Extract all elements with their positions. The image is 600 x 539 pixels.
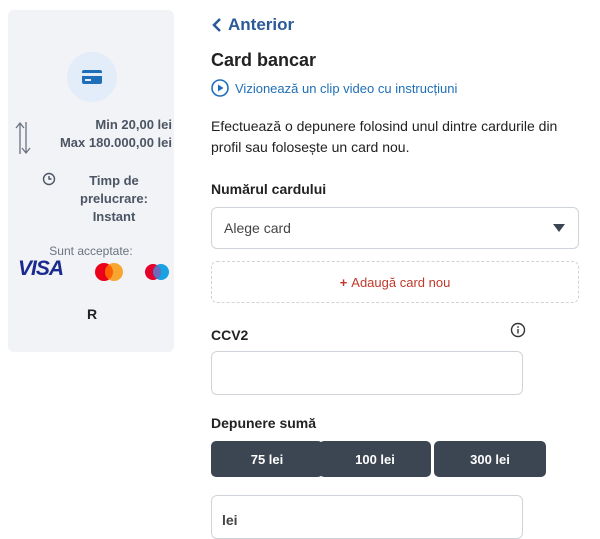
caret-down-icon (553, 224, 565, 232)
page-title: Card bancar (211, 50, 317, 70)
back-link[interactable]: Anterior (212, 15, 294, 35)
maestro-logo-icon (145, 264, 169, 280)
chevron-left-icon (212, 18, 221, 32)
video-instructions-link[interactable]: Vizionează un clip video cu instrucțiuni (211, 79, 457, 97)
max-limit: Max 180.000,00 lei (59, 135, 172, 150)
amount-button-100[interactable]: 100 lei (319, 441, 431, 477)
card-number-label: Numărul cardului (211, 181, 327, 197)
revolut-logo: R (87, 306, 98, 322)
back-label: Anterior (228, 15, 295, 34)
add-card-label: Adaugă card nou (351, 274, 451, 290)
deposit-amount-label: Depunere sumă (211, 415, 317, 431)
currency-label: lei (222, 512, 238, 528)
deposit-limits: Min 20,00 lei Max 180.000,00 lei (36, 116, 172, 152)
amount-button-75[interactable]: 75 lei (211, 441, 323, 477)
accepted-label: Sunt acceptate: (49, 244, 133, 258)
card-icon-badge (67, 52, 117, 102)
clock-icon (42, 172, 56, 186)
card-select[interactable]: Alege card (211, 207, 579, 249)
credit-card-icon (82, 70, 102, 84)
add-card-button[interactable]: + Adaugă card nou (211, 261, 579, 303)
payment-info-panel: Min 20,00 lei Max 180.000,00 lei Timp de… (8, 10, 174, 352)
plus-icon: + (339, 274, 348, 290)
up-down-arrows-icon (15, 121, 31, 155)
ccv-label: CCV2 (211, 327, 249, 343)
video-link-text: Vizionează un clip video cu instrucțiuni (235, 80, 458, 96)
visa-logo: VISA (18, 257, 64, 280)
deposit-amount-input[interactable]: lei (211, 495, 523, 539)
info-icon[interactable] (510, 322, 526, 338)
mastercard-logo-icon (95, 263, 123, 281)
play-circle-icon (211, 79, 229, 97)
description-text: Efectuează o depunere folosind unul dint… (211, 118, 558, 155)
min-limit: Min 20,00 lei (95, 117, 172, 132)
amount-button-300[interactable]: 300 lei (434, 441, 546, 477)
ccv-input[interactable] (211, 351, 523, 395)
processing-time: Timp de prelucrare: Instant (42, 172, 168, 226)
card-select-value: Alege card (224, 220, 291, 236)
processing-time-text: Timp de prelucrare: Instant (80, 173, 148, 224)
